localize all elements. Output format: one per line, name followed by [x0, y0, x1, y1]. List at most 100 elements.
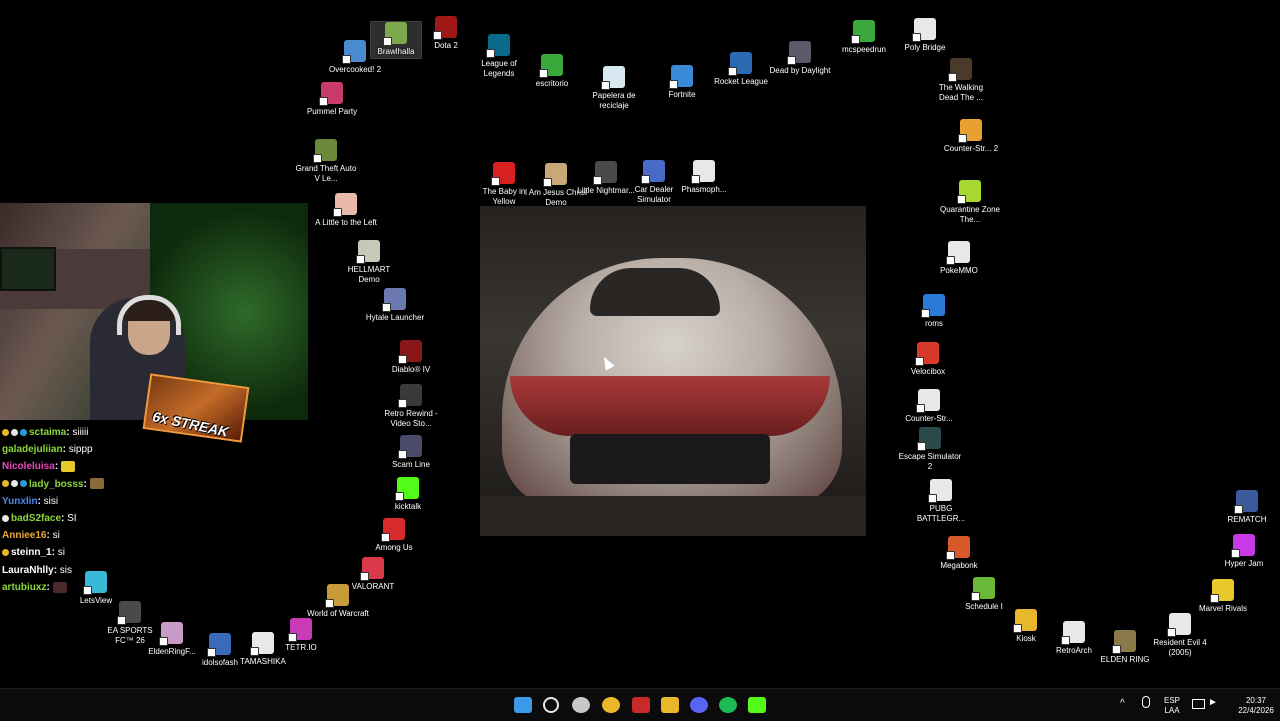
photo-viewer-image [480, 206, 866, 536]
clock[interactable]: 20:37 22/4/2026 [1236, 696, 1276, 716]
chat-overlay: sctaima: siiiii galadejuliian: sippp Nicol… [2, 424, 192, 596]
desktop-icon-hyperjam[interactable]: Hyper Jam [1212, 534, 1276, 569]
clock-date: 22/4/2026 [1238, 706, 1274, 715]
eldenring-fix-icon [159, 622, 183, 646]
desktop-icon-wow[interactable]: World of Warcraft [306, 584, 370, 619]
desktop-icon-tamashika[interactable]: TAMASHIKA [231, 632, 295, 667]
desktop-icon-polybridge[interactable]: Poly Bridge [893, 18, 957, 53]
language-indicator[interactable]: ESP LAA [1160, 696, 1184, 716]
desktop-icon-scamline[interactable]: Scam Line [379, 435, 443, 470]
desktop-icon-velocibox[interactable]: Velocibox [896, 342, 960, 377]
chat-badge-icon [11, 480, 18, 488]
clock-time: 20:37 [1245, 696, 1267, 705]
desktop-icon-cs[interactable]: Counter-Str... [897, 389, 961, 424]
desktop-icon-pokemmo[interactable]: PokeMMO [927, 241, 991, 276]
chat-badge-icon [2, 428, 9, 436]
taskbar-search-icon[interactable] [543, 697, 559, 713]
desktop-icon-fortnite[interactable]: Fortnite [650, 65, 714, 100]
desktop-icon-hytale[interactable]: Hytale Launcher [363, 288, 427, 323]
taskbar-chrome-icon[interactable] [602, 697, 620, 713]
car-red-panel [510, 376, 830, 436]
chat-message: lady_bosss: [2, 476, 192, 493]
desktop-icon-megabonk[interactable]: Megabonk [927, 536, 991, 571]
counter-strike-icon [916, 389, 940, 413]
chat-username: lady_bosss [29, 478, 84, 490]
taskbar-spotify-icon[interactable] [719, 697, 737, 713]
chat-message: sctaima: siiiii [2, 424, 192, 441]
fortnite-icon [669, 65, 693, 89]
chat-emote-icon [52, 581, 67, 593]
tray-chevron-icon[interactable]: ^ [1120, 699, 1125, 709]
kick-icon [395, 477, 419, 501]
desktop-icon-phasmo[interactable]: Phasmoph... [672, 160, 736, 195]
pummel-party-icon [319, 82, 343, 106]
chat-separator: : [83, 478, 90, 490]
hellmart-icon [356, 240, 380, 264]
desktop-icon-recycle-bin[interactable]: Papelera de reciclaje [582, 66, 646, 111]
desktop-icon-eldenring[interactable]: ELDEN RING [1093, 630, 1157, 665]
chat-badge-icon [11, 428, 18, 436]
desktop-icon-mcspeedrun[interactable]: mcspeedrun [832, 20, 896, 55]
rocket-league-icon [728, 52, 752, 76]
desktop-icon-littleleft[interactable]: A Little to the Left [314, 193, 378, 228]
garage-floor [480, 496, 866, 536]
desktop-icon-marvel[interactable]: Marvel Rivals [1191, 579, 1255, 614]
polybridge-icon [912, 18, 936, 42]
desktop-icon-rematch[interactable]: REMATCH [1215, 490, 1279, 525]
quarantine-icon [957, 180, 981, 204]
chat-text: si [57, 547, 65, 559]
chat-message: Yunxlin: sisi [2, 493, 192, 510]
tamashika-icon [250, 632, 274, 656]
taskbar-discord-icon[interactable] [690, 697, 708, 713]
chat-emote-icon [89, 478, 104, 490]
desktop-icon-hellmart[interactable]: HELLMART Demo [337, 240, 401, 285]
desktop-icon-retrorewind[interactable]: Retro Rewind - Video Sto... [379, 384, 443, 429]
webcam-tv [0, 247, 56, 291]
network-icon[interactable] [1192, 699, 1205, 709]
desktop-icon-escape[interactable]: Escape Simulator 2 [898, 427, 962, 472]
tree-icon [851, 20, 875, 44]
elden-ring-icon [1112, 630, 1136, 654]
desktop-icon-dbd[interactable]: Dead by Daylight [768, 41, 832, 76]
desktop-icon-diablo[interactable]: Diablo® IV [379, 340, 443, 375]
taskbar-studio-icon[interactable] [632, 697, 650, 713]
chat-username: galadejuliian [2, 444, 63, 456]
volume-icon[interactable]: ► [1208, 698, 1218, 708]
desktop-icon-roms[interactable]: roms [902, 294, 966, 329]
desktop-icon-gta[interactable]: Grand Theft Auto V Le... [294, 139, 358, 184]
taskbar-start-icon[interactable] [514, 697, 532, 713]
fc26-icon [117, 601, 141, 625]
taskbar-explorer-icon[interactable] [661, 697, 679, 713]
taskbar-obs-icon[interactable] [572, 697, 590, 713]
overcooked-icon [342, 40, 366, 64]
desktop-icon-amongus[interactable]: Among Us [362, 518, 426, 553]
desktop-icon-re4[interactable]: Resident Evil 4 (2005) [1148, 613, 1212, 658]
chat-message: Anniee16: si [2, 527, 192, 544]
chat-badge-icon [2, 514, 9, 522]
car-dealer-icon [641, 160, 665, 184]
league-icon [486, 34, 510, 58]
layout-text: LAA [1164, 706, 1180, 715]
desktop-icon-cs2[interactable]: Counter-Str... 2 [939, 119, 1003, 154]
escape-simulator-icon [917, 427, 941, 451]
chat-username: artubiuxz [2, 581, 47, 593]
chat-username: sctaima [29, 427, 67, 438]
pokeball-icon [946, 241, 970, 265]
chat-username: badS2face [11, 513, 62, 525]
taskbar-kick-icon[interactable] [748, 697, 766, 713]
desktop-icon-kicktalk[interactable]: kicktalk [376, 477, 440, 512]
chat-message: galadejuliian: sippp [2, 441, 192, 458]
desktop-icon-escritorio[interactable]: escritorio [520, 54, 584, 89]
hytale-icon [382, 288, 406, 312]
car-cabin [590, 268, 720, 316]
chat-text: sippp [68, 444, 93, 456]
desktop-icon-quarantine[interactable]: Quarantine Zone The... [938, 180, 1002, 225]
desktop-icon-walkingdead[interactable]: The Walking Dead The ... [929, 58, 993, 103]
desktop-icon-schedule1[interactable]: Schedule I [952, 577, 1016, 612]
car-grille [570, 434, 770, 484]
desktop-icon-pubg[interactable]: PUBG BATTLEGR... [909, 479, 973, 524]
desktop-icon-rocket-league[interactable]: Rocket League [709, 52, 773, 87]
desktop-icon-pummel[interactable]: Pummel Party [300, 82, 364, 117]
microphone-icon[interactable] [1142, 696, 1150, 708]
chat-username: Nicoleluisa [2, 461, 55, 473]
